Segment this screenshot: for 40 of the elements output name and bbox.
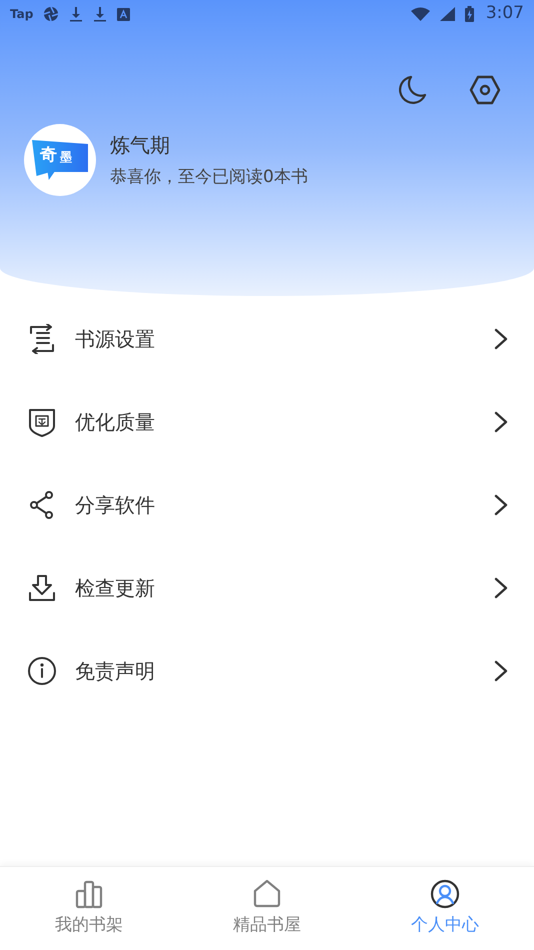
logo-text: 墨 [60, 151, 72, 163]
download-icon [69, 6, 84, 22]
menu-item[interactable]: 检查更新 [0, 546, 534, 629]
reading-summary: 恭喜你，至今已阅读0本书 [110, 168, 308, 186]
clock-time: 3:07 [486, 2, 524, 26]
menu-label: 分享软件 [75, 492, 156, 518]
menu-item[interactable]: 书源设置 [0, 297, 534, 380]
swap-list-icon [27, 324, 57, 354]
signal-icon [440, 7, 455, 21]
menu-item[interactable]: 分享软件 [0, 463, 534, 546]
home-icon [253, 879, 281, 909]
chevron-right-icon [494, 494, 508, 516]
nav-tab[interactable]: 精品书屋 [178, 867, 356, 950]
settings-icon [469, 74, 501, 106]
battery-icon [464, 6, 474, 22]
avatar[interactable]: 奇 墨 [24, 124, 96, 196]
menu-label: 书源设置 [75, 326, 156, 352]
logo-text: 奇 [40, 147, 57, 164]
aperture-icon [43, 6, 60, 22]
menu-label: 优化质量 [75, 408, 156, 436]
shield-icon [27, 406, 57, 436]
download-icon [93, 6, 108, 22]
chevron-right-icon [494, 410, 508, 432]
wifi-icon [410, 7, 430, 21]
menu-item[interactable]: 优化质量 [0, 380, 534, 463]
chevron-right-icon [494, 328, 508, 350]
app-label: Tap [10, 6, 34, 23]
nav-tab[interactable]: 我的书架 [0, 867, 178, 950]
menu-item[interactable]: 免责声明 [0, 629, 534, 712]
menu-label: 检查更新 [75, 574, 156, 602]
user-level: 炼气期 [110, 134, 171, 154]
moon-icon [399, 75, 427, 105]
translate-icon [117, 8, 130, 20]
info-icon [27, 656, 57, 686]
bar-chart-icon [75, 879, 103, 909]
chevron-right-icon [494, 660, 508, 682]
chevron-right-icon [494, 576, 508, 598]
download-icon [27, 572, 57, 602]
user-icon [430, 879, 460, 909]
menu-label: 免责声明 [75, 658, 156, 684]
